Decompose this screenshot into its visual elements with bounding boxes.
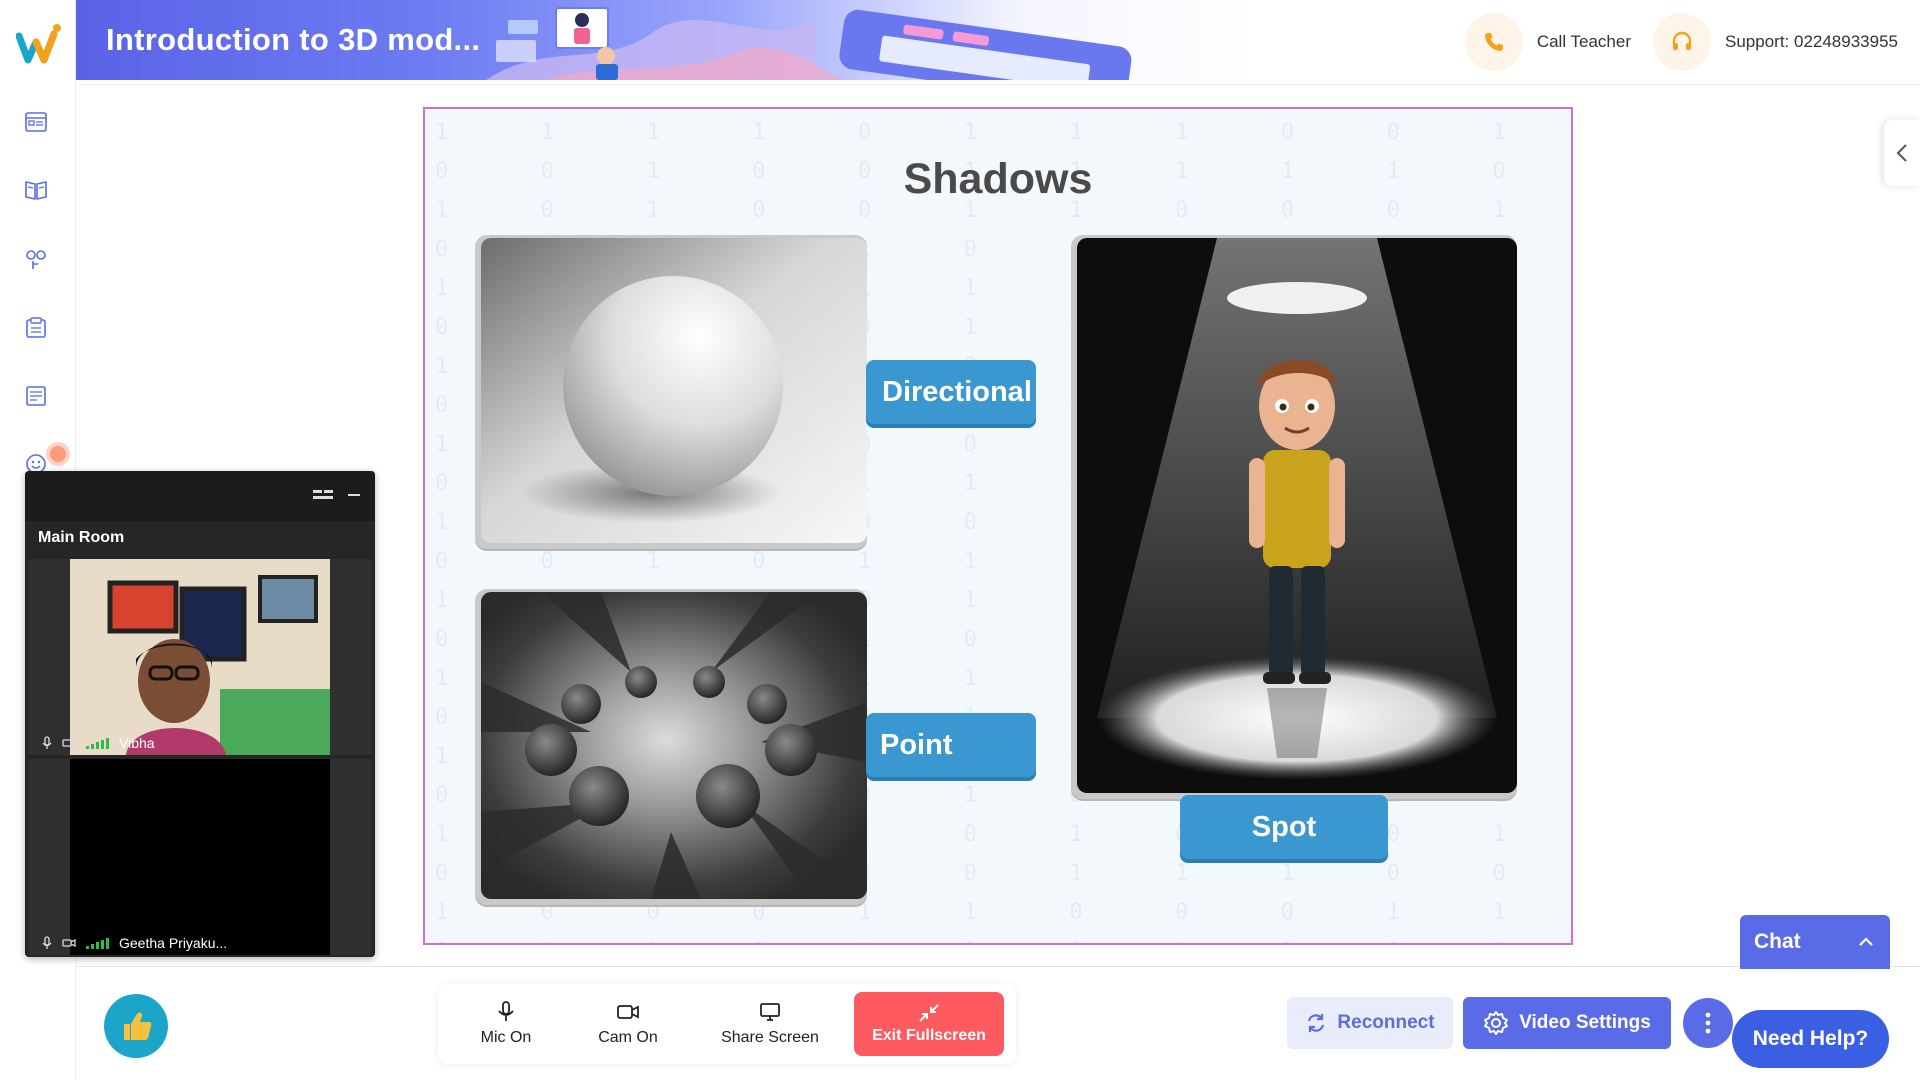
mic-toggle-button[interactable]: Mic On <box>466 992 546 1056</box>
phone-icon <box>1484 33 1503 51</box>
monitor-icon <box>760 1003 780 1021</box>
directional-shadow-image <box>475 235 867 549</box>
participant-status-bar: Vibha <box>28 731 372 755</box>
mic-label: Mic On <box>480 1029 532 1046</box>
call-teacher-label: Call Teacher <box>1536 32 1631 51</box>
gear-icon <box>1484 1011 1509 1035</box>
reconnect-button[interactable]: Reconnect <box>1287 997 1453 1049</box>
app-logo <box>16 24 61 64</box>
participant-name: Vibha <box>119 735 155 751</box>
sidebar-item-book[interactable] <box>18 172 54 208</box>
video-panel: Main Room Vibha Geetha Priyaku... <box>25 471 375 957</box>
notes-icon <box>26 317 46 338</box>
participant-status-bar: Geetha Priyaku... <box>28 931 372 955</box>
thumbs-up-button[interactable] <box>104 994 168 1058</box>
page-title: Introduction to 3D mod... <box>106 22 481 57</box>
header-actions: Call Teacher Support: 02248933955 <box>1464 12 1898 72</box>
room-label: Main Room <box>38 529 125 546</box>
classroom-app: Introduction to 3D mod... Call Teacher S… <box>0 0 1920 1080</box>
call-teacher-button[interactable]: Call Teacher <box>1464 13 1631 71</box>
presentation-slide: 1 1 1 1 0 1 1 1 0 0 1 0 0 0 1 1 1 1 0 1 … <box>423 107 1573 945</box>
participant-video <box>70 559 330 755</box>
need-help-button[interactable]: Need Help? <box>1732 1010 1889 1068</box>
spot-shadow-image <box>1071 235 1517 799</box>
microphone-icon <box>498 1001 514 1021</box>
headset-icon-wrap <box>1653 13 1711 71</box>
support-label: Support: 02248933955 <box>1725 32 1898 51</box>
layout-toggle-icon[interactable] <box>313 488 333 502</box>
more-vertical-icon <box>1705 1012 1711 1034</box>
sidebar-item-notes[interactable] <box>18 310 54 346</box>
signal-strength-icon <box>86 937 109 949</box>
participant-tile[interactable]: Vibha <box>28 559 372 755</box>
header-divider <box>76 84 1920 85</box>
slide-title: Shadows <box>903 155 1093 203</box>
video-settings-button[interactable]: Video Settings <box>1463 997 1671 1049</box>
camera-icon <box>62 938 76 948</box>
participant-name: Geetha Priyaku... <box>119 935 228 951</box>
point-light-illustration <box>481 592 867 899</box>
media-controls: Mic On Cam On Share Screen Exit Fullscre… <box>438 984 1016 1064</box>
worksheet-icon <box>26 386 46 406</box>
spotlight-character-illustration <box>1077 238 1517 793</box>
class-schedule-icon <box>25 112 47 132</box>
participant-video-off <box>70 759 330 955</box>
signal-strength-icon <box>86 737 109 749</box>
share-label: Share Screen <box>721 1029 819 1046</box>
exit-label: Exit Fullscreen <box>872 1027 986 1044</box>
chevron-up-icon <box>1859 937 1873 946</box>
mic-icon <box>42 736 52 749</box>
chevron-left-icon <box>1896 144 1907 162</box>
cam-label: Cam On <box>598 1029 658 1046</box>
cam-toggle-button[interactable]: Cam On <box>588 992 668 1056</box>
exit-fullscreen-icon <box>919 1004 939 1022</box>
mic-icon <box>42 936 52 949</box>
header-banner: Introduction to 3D mod... <box>76 0 1256 80</box>
thumbs-up-icon <box>124 1012 152 1040</box>
camera-icon <box>62 738 76 748</box>
reconnect-label: Reconnect <box>1337 1012 1435 1033</box>
sidebar-item-schedule[interactable] <box>18 104 54 140</box>
chat-toggle-button[interactable]: Chat <box>1740 915 1890 969</box>
sidebar-item-worksheet[interactable] <box>18 378 54 414</box>
exit-fullscreen-button[interactable]: Exit Fullscreen <box>854 992 1004 1056</box>
notification-dot <box>46 442 70 466</box>
video-camera-icon <box>617 1005 639 1019</box>
activity-icon <box>26 250 46 269</box>
label-spot: Spot <box>1180 795 1388 859</box>
support-button[interactable]: Support: 02248933955 <box>1653 13 1898 71</box>
headset-icon <box>1672 31 1692 50</box>
book-icon <box>25 181 47 200</box>
banner-illustration <box>486 7 1132 80</box>
more-options-button[interactable] <box>1683 998 1733 1048</box>
minimize-button[interactable] <box>348 494 360 496</box>
phone-icon-wrap <box>1464 13 1523 71</box>
share-screen-button[interactable]: Share Screen <box>710 992 830 1056</box>
bottom-divider <box>76 966 1920 967</box>
point-shadow-image <box>475 589 867 905</box>
refresh-icon <box>1308 1014 1325 1032</box>
chat-label: Chat <box>1754 930 1801 953</box>
label-directional: Directional <box>866 360 1036 424</box>
video-settings-label: Video Settings <box>1519 1012 1651 1033</box>
sidebar-item-activity[interactable] <box>18 242 54 278</box>
participant-tile[interactable]: Geetha Priyaku... <box>28 759 372 955</box>
sphere-illustration <box>481 238 867 543</box>
label-point: Point <box>866 713 1036 777</box>
panel-collapse-button[interactable] <box>1884 120 1920 186</box>
